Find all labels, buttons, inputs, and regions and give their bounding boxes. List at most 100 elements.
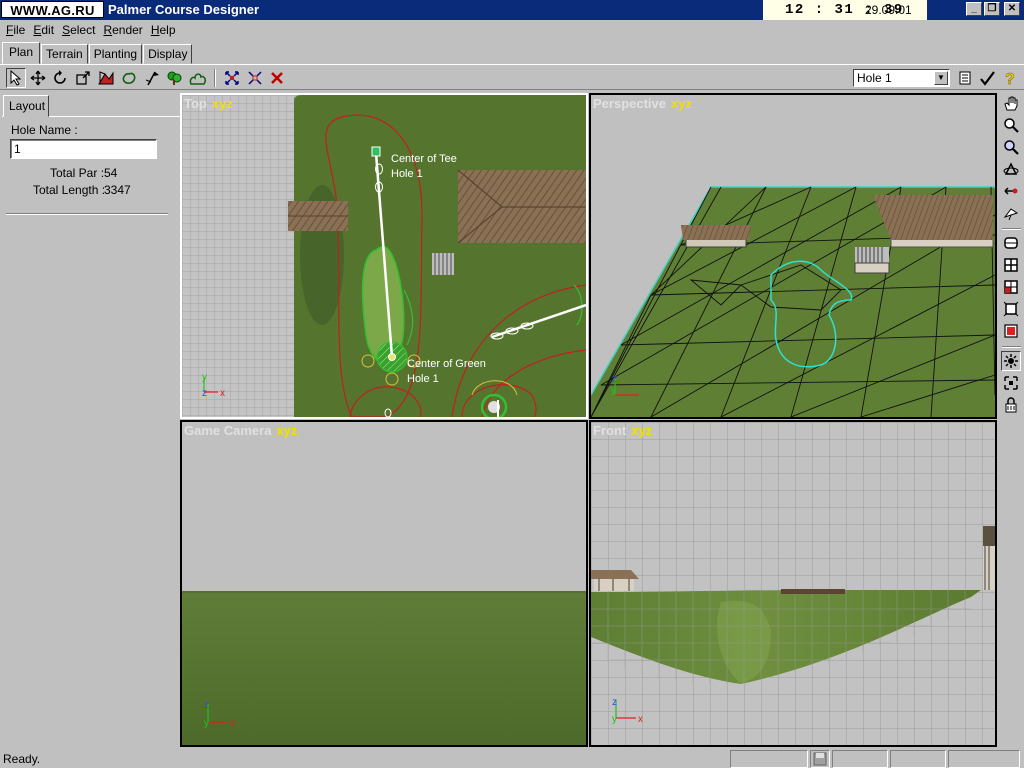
maximize-button[interactable]: ❐ — [984, 2, 1000, 16]
top-viewport[interactable]: y x z Top xyz Center of Tee Hole 1 Center… — [180, 93, 588, 419]
axes-toggle-camera[interactable]: xyz — [276, 423, 297, 438]
hand-pan-icon[interactable] — [1001, 93, 1021, 113]
menu-edit[interactable]: Edit — [29, 21, 58, 39]
view-single-icon[interactable] — [1001, 233, 1021, 253]
menu-select[interactable]: Select — [58, 21, 99, 39]
hazard-tool-icon[interactable] — [96, 68, 116, 88]
scale-icon[interactable] — [73, 68, 93, 88]
green-label: Center of Green Hole 1 — [407, 357, 486, 387]
game-camera-viewport[interactable]: z y x Game Camera xyz — [180, 420, 588, 747]
orbit-icon[interactable] — [1001, 159, 1021, 179]
top-view-canvas: y x z — [182, 95, 586, 417]
status-text: Ready. — [3, 752, 41, 766]
tee-label-line2: Hole 1 — [391, 168, 423, 180]
svg-text:z: z — [612, 374, 617, 385]
clock-date: 29.09.01 — [865, 3, 912, 17]
shrub-tool-icon[interactable] — [188, 68, 208, 88]
svg-text:x: x — [638, 714, 643, 725]
zoom-icon[interactable] — [1001, 115, 1021, 135]
svg-text:x: x — [220, 388, 225, 399]
perspective-viewport[interactable]: z y Perspective xyz — [589, 93, 997, 419]
tab-terrain[interactable]: Terrain — [41, 44, 88, 64]
view-toolbar — [999, 91, 1024, 421]
chevron-down-icon[interactable]: ▼ — [934, 71, 948, 85]
tab-plan[interactable]: Plan — [2, 42, 41, 64]
panel-divider — [6, 213, 168, 215]
svg-text:z: z — [612, 697, 617, 708]
svg-text:y: y — [612, 714, 617, 725]
viewport-label-top: Top xyz — [184, 96, 233, 111]
layout-panel — [2, 116, 180, 746]
viewport-name-front: Front — [593, 423, 627, 438]
svg-text:z: z — [202, 388, 207, 399]
clock: 12 : 31 : 39 29.09.01 — [763, 0, 927, 20]
camera-canvas: z y x — [182, 422, 586, 745]
hole-name-label: Hole Name : — [11, 123, 78, 137]
tee-label: Center of Tee Hole 1 — [391, 152, 457, 182]
viewport-name-top: Top — [184, 96, 207, 111]
axes-toggle-top[interactable]: xyz — [212, 96, 233, 111]
mode-tabs: Plan Terrain Planting Display — [2, 42, 193, 64]
total-length-label: Total Length : — [33, 183, 106, 197]
select-arrow-icon[interactable] — [6, 68, 26, 88]
axes-toggle-perspective[interactable]: xyz — [671, 96, 692, 111]
tee-label-line1: Center of Tee — [391, 153, 457, 165]
grid-icon-1[interactable] — [222, 68, 242, 88]
close-button[interactable]: ✕ — [1004, 2, 1020, 16]
svg-text:x: x — [230, 718, 235, 729]
total-par-value: 54 — [104, 166, 118, 180]
hole-name-input[interactable]: 1 — [10, 139, 157, 159]
status-cell-disk — [810, 750, 830, 768]
check-icon[interactable] — [977, 68, 997, 88]
rotate-icon[interactable] — [50, 68, 70, 88]
tree-tool-icon[interactable] — [165, 68, 185, 88]
tab-planting[interactable]: Planting — [88, 44, 143, 64]
app-title: Palmer Course Designer — [108, 2, 260, 17]
dolly-icon[interactable] — [1001, 181, 1021, 201]
viewport-name-perspective: Perspective — [593, 96, 666, 111]
maximize-view-icon[interactable] — [1001, 299, 1021, 319]
menu-render[interactable]: Render — [99, 21, 146, 39]
zoom-extents-icon[interactable] — [1001, 137, 1021, 157]
render-icon[interactable] — [1001, 321, 1021, 341]
light-icon[interactable] — [1001, 351, 1021, 371]
help-icon[interactable]: ? — [1000, 68, 1020, 88]
hole-select[interactable]: Hole 1 ▼ — [853, 69, 950, 87]
menu-file[interactable]: File — [2, 21, 29, 39]
tab-layout[interactable]: Layout — [3, 95, 49, 117]
minimize-button[interactable]: _ — [966, 2, 982, 16]
pin-tool-icon[interactable] — [142, 68, 162, 88]
status-cell-1 — [730, 750, 808, 768]
viewport-label-perspective: Perspective xyz — [593, 96, 692, 111]
disk-icon — [813, 752, 827, 766]
delete-icon[interactable] — [267, 68, 287, 88]
notes-icon[interactable] — [955, 68, 975, 88]
menu-bar: File Edit Select Render Help — [0, 20, 1024, 40]
main-toolbar: Hole 1 ▼ ? — [0, 64, 1024, 90]
left-panel: Layout Hole Name : 1 Total Par : 54 Tota… — [0, 91, 180, 748]
svg-text:?: ? — [1005, 71, 1015, 87]
menu-help[interactable]: Help — [147, 21, 180, 39]
title-bar: WWW.AG.RU Palmer Course Designer 12 : 31… — [0, 0, 1024, 20]
green-tool-icon[interactable] — [119, 68, 139, 88]
hole-select-value: Hole 1 — [857, 71, 892, 85]
grid-icon-2[interactable] — [245, 68, 265, 88]
view-layout-icon[interactable] — [1001, 277, 1021, 297]
status-bar: Ready. — [0, 748, 1024, 768]
fly-icon[interactable] — [1001, 203, 1021, 223]
tab-display[interactable]: Display — [143, 44, 193, 64]
lock-icon[interactable] — [1001, 395, 1021, 415]
viewport-label-front: Front xyz — [593, 423, 652, 438]
front-viewport[interactable]: z y x Front xyz — [589, 420, 997, 747]
view-quad-icon[interactable] — [1001, 255, 1021, 275]
move-icon[interactable] — [28, 68, 48, 88]
viewport-label-camera: Game Camera xyz — [184, 423, 297, 438]
green-label-line2: Hole 1 — [407, 373, 439, 385]
status-cell-2 — [832, 750, 888, 768]
viewport-name-camera: Game Camera — [184, 423, 272, 438]
axes-toggle-front[interactable]: xyz — [631, 423, 652, 438]
snap-icon[interactable] — [1001, 373, 1021, 393]
perspective-canvas: z y — [591, 95, 995, 417]
status-cell-4 — [948, 750, 1020, 768]
svg-text:y: y — [202, 372, 207, 383]
